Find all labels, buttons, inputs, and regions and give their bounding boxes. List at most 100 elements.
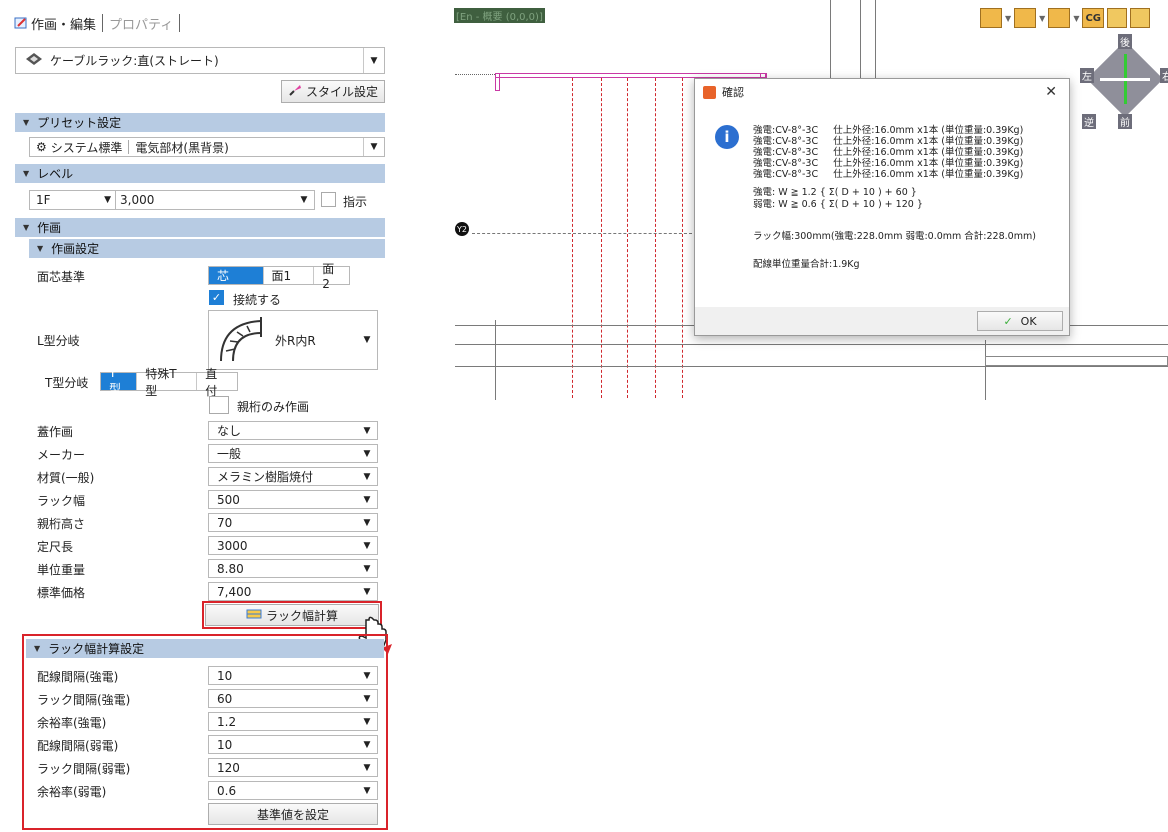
app-icon <box>703 85 716 99</box>
chevron-down-icon: ▼ <box>363 425 371 436</box>
total-weight: 配線単位重量合計:1.9Kg <box>753 259 860 270</box>
field-select[interactable]: 500 ▼ <box>208 490 378 509</box>
cg-button[interactable]: CG <box>1082 8 1105 28</box>
tab-edit[interactable]: 作画・編集 <box>14 14 96 33</box>
indicate-label: 指示 <box>343 195 368 209</box>
chevron-down-icon: ▼ <box>363 494 371 505</box>
field-label: 標準価格 <box>37 586 86 600</box>
preset-select[interactable]: ⚙ システム標準 電気部材(黒背景) ▼ <box>29 137 385 157</box>
face-basis-center[interactable]: 芯 <box>209 267 264 284</box>
dialog-body: i 強電:CV-8°-3C 仕上外径:16.0mm x1本 (単位重量:0.39… <box>695 105 1069 307</box>
t-branch-direct[interactable]: 直付 <box>197 367 237 398</box>
parent-only-checkbox[interactable] <box>209 396 229 414</box>
chevron-down-icon: ▼ <box>363 693 371 704</box>
close-icon[interactable]: ✕ <box>1045 84 1057 100</box>
cable-list: 強電:CV-8°-3C 仕上外径:16.0mm x1本 (単位重量:0.39Kg… <box>753 125 1023 180</box>
chevron-down-icon: ▼ <box>363 448 371 459</box>
chevron-down-icon: ▼ <box>104 195 111 205</box>
calc-field-select[interactable]: 0.6 ▼ <box>208 781 378 800</box>
field-select[interactable]: 7,400 ▼ <box>208 582 378 601</box>
grid-marker: Y2 <box>455 222 469 236</box>
cable-line: 強電:CV-8°-3C 仕上外径:16.0mm x1本 (単位重量:0.39Kg… <box>753 158 1024 169</box>
coord-readout: [En - 概要 (0,0,0)] <box>454 8 545 23</box>
ok-button[interactable]: ✓ OK <box>977 311 1063 331</box>
field-label: 材質(一般) <box>37 471 95 485</box>
floor-select[interactable]: 1F ▼ <box>29 190 115 210</box>
section-drawing[interactable]: ▼ 作画 <box>15 218 385 237</box>
drawing-panel: 作画・編集 プロパティ ケーブルラック:直(ストレート) ▼ スタイル設定 ▼ … <box>0 0 392 832</box>
l-branch-label: L型分岐 <box>37 334 80 348</box>
chevron-down-icon: ▼ <box>363 335 371 345</box>
calc-field-select[interactable]: 120 ▼ <box>208 758 378 777</box>
t-branch-label: T型分岐 <box>45 376 89 390</box>
info-icon: i <box>715 125 739 149</box>
chevron-down-icon: ▼ <box>363 586 371 597</box>
t-branch-toggle: T型 特殊T型 直付 <box>100 366 238 398</box>
style-select[interactable]: ケーブルラック:直(ストレート) ▼ <box>15 47 385 74</box>
field-label: 単位重量 <box>37 563 86 577</box>
calc-field-label: 余裕率(強電) <box>37 716 107 730</box>
calc-field-select[interactable]: 10 ▼ <box>208 666 378 685</box>
t-branch-special[interactable]: 特殊T型 <box>137 367 198 398</box>
chevron-down-icon: ▼ <box>363 517 371 528</box>
lighting-icon[interactable] <box>1048 8 1071 28</box>
cable-line: 強電:CV-8°-3C 仕上外径:16.0mm x1本 (単位重量:0.39Kg… <box>753 147 1024 158</box>
formula-strong: 強電: W ≧ 1.2 { Σ( D + 10 ) + 60 } <box>753 187 917 198</box>
level-height-select[interactable]: 3,000 ▼ <box>115 190 315 210</box>
face-basis-face1[interactable]: 面1 <box>264 267 315 284</box>
confirm-dialog: 確認 ✕ i 強電:CV-8°-3C 仕上外径:16.0mm x1本 (単位重量… <box>694 78 1070 336</box>
field-select[interactable]: 70 ▼ <box>208 513 378 532</box>
calc-field-select[interactable]: 60 ▼ <box>208 689 378 708</box>
l-branch-select[interactable]: 外R内R ▼ <box>208 310 378 370</box>
render-mode-icon[interactable] <box>980 8 1002 28</box>
field-select[interactable]: 一般 ▼ <box>208 444 378 463</box>
calc-field-select[interactable]: 1.2 ▼ <box>208 712 378 731</box>
calc-field-label: 配線間隔(強電) <box>37 670 119 684</box>
layer-icon[interactable] <box>1107 8 1128 28</box>
connect-checkbox[interactable]: ✓ <box>209 290 224 305</box>
tab-properties[interactable]: プロパティ <box>109 14 173 33</box>
field-select[interactable]: なし ▼ <box>208 421 378 440</box>
chevron-down-icon: ▼ <box>363 785 371 796</box>
calc-field-label: ラック間隔(強電) <box>37 693 131 707</box>
collapse-triangle-icon: ▼ <box>23 118 30 127</box>
panel-tabs: 作画・編集 プロパティ <box>14 12 186 34</box>
face-basis-face2[interactable]: 面2 <box>314 262 349 291</box>
frame-icon[interactable] <box>1130 8 1151 28</box>
field-label: 親桁高さ <box>37 517 86 531</box>
elbow-bend-icon <box>217 315 269 366</box>
chevron-down-icon: ▼ <box>363 563 371 574</box>
cable-line: 強電:CV-8°-3C 仕上外径:16.0mm x1本 (単位重量:0.39Kg… <box>753 136 1024 147</box>
t-branch-t[interactable]: T型 <box>101 366 138 396</box>
style-settings-button[interactable]: スタイル設定 <box>281 80 385 103</box>
connect-label: 接続する <box>233 293 282 307</box>
parent-only-label: 親桁のみ作画 <box>237 400 310 414</box>
checkmark-icon: ✓ <box>1003 314 1013 328</box>
field-select[interactable]: メラミン樹脂焼付 ▼ <box>208 467 378 486</box>
view-cube[interactable]: 後 左 右 逆 前 <box>1080 34 1168 129</box>
indicate-checkbox[interactable] <box>321 192 336 207</box>
face-basis-toggle: 芯 面1 面2 <box>208 262 350 291</box>
section-rack-calc[interactable]: ▼ ラック幅計算設定 <box>26 639 384 658</box>
chevron-down-icon: ▼ <box>363 762 371 773</box>
section-level[interactable]: ▼ レベル <box>15 164 385 183</box>
set-default-button[interactable]: 基準値を設定 <box>208 803 378 825</box>
rack-calc-settings-highlight <box>22 634 388 830</box>
field-label: 蓋作画 <box>37 425 74 439</box>
calc-field-select[interactable]: 10 ▼ <box>208 735 378 754</box>
gear-icon: ⚙ <box>36 140 47 154</box>
collapse-triangle-icon: ▼ <box>34 644 41 653</box>
calc-field-label: 余裕率(弱電) <box>37 785 107 799</box>
chevron-down-icon: ▼ <box>363 48 384 73</box>
chevron-down-icon: ▼ <box>363 716 371 727</box>
shading-icon[interactable] <box>1014 8 1037 28</box>
section-drawing-settings[interactable]: ▼ 作画設定 <box>29 239 385 258</box>
collapse-triangle-icon: ▼ <box>23 169 30 178</box>
field-select[interactable]: 8.80 ▼ <box>208 559 378 578</box>
field-select[interactable]: 3000 ▼ <box>208 536 378 555</box>
chevron-down-icon: ▼ <box>300 195 308 205</box>
section-preset[interactable]: ▼ プリセット設定 <box>15 113 385 132</box>
field-label: ラック幅 <box>37 494 86 508</box>
field-label: メーカー <box>37 448 86 462</box>
chevron-down-icon: ▼ <box>363 138 384 156</box>
